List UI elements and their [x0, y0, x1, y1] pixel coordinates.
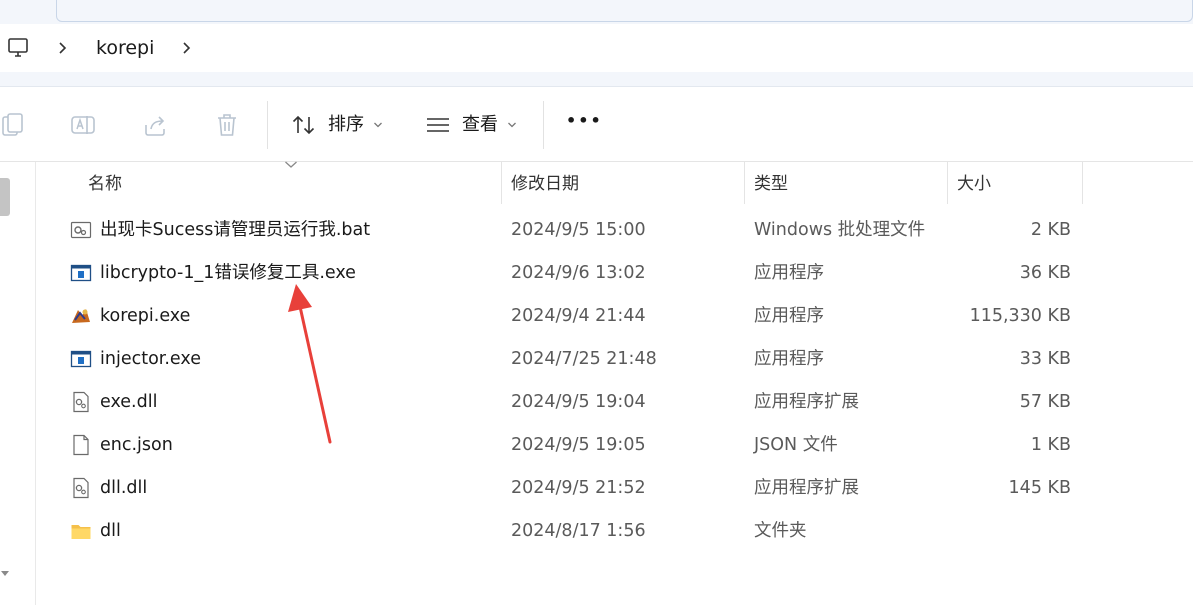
file-size: 145 KB	[1008, 478, 1071, 498]
chevron-down-icon[interactable]	[507, 121, 517, 129]
file-row[interactable]: libcrypto-1_1错误修复工具.exe 2024/9/6 13:02 应…	[60, 252, 1090, 295]
column-divider[interactable]	[1082, 162, 1083, 204]
column-header-name-label: 名称	[88, 174, 122, 194]
file-size: 2 KB	[1030, 220, 1071, 240]
folder-row[interactable]: dll 2024/8/17 1:56 文件夹	[60, 510, 1090, 553]
file-row[interactable]: korepi.exe 2024/9/4 21:44 应用程序 115,330 K…	[60, 295, 1090, 338]
file-name: enc.json	[100, 435, 173, 455]
file-type: 应用程序	[754, 349, 824, 369]
chevron-right-icon[interactable]	[54, 35, 72, 61]
toolbar-divider	[267, 101, 268, 149]
file-size: 36 KB	[1019, 263, 1071, 283]
file-modified: 2024/9/5 19:05	[511, 435, 646, 455]
file-name: libcrypto-1_1错误修复工具.exe	[100, 263, 356, 283]
this-pc-icon[interactable]	[6, 36, 30, 60]
share-icon[interactable]	[141, 111, 169, 139]
address-input-edge[interactable]	[56, 0, 1193, 22]
file-name: injector.exe	[100, 349, 201, 369]
exe-file-icon	[70, 350, 92, 368]
file-type: Windows 批处理文件	[754, 220, 926, 240]
file-size: 33 KB	[1019, 349, 1071, 369]
view-icon[interactable]	[424, 111, 452, 139]
column-header-type[interactable]: 类型	[744, 162, 947, 204]
file-size: 1 KB	[1030, 435, 1071, 455]
navigation-pane[interactable]	[0, 162, 36, 605]
sort-icon[interactable]	[290, 111, 318, 139]
delete-icon[interactable]	[213, 111, 241, 139]
sort-button[interactable]: 排序	[328, 113, 364, 137]
scroll-down-arrow-icon[interactable]	[0, 568, 10, 578]
more-options-button[interactable]: •••	[566, 109, 603, 133]
batch-file-icon	[70, 221, 92, 239]
file-type: 应用程序扩展	[754, 392, 859, 412]
file-modified: 2024/9/5 19:04	[511, 392, 646, 412]
title-bar-strip	[0, 0, 1193, 24]
folder-icon	[71, 525, 91, 539]
file-row[interactable]: exe.dll 2024/9/5 19:04 应用程序扩展 57 KB	[60, 381, 1090, 424]
file-row[interactable]: dll.dll 2024/9/5 21:52 应用程序扩展 145 KB	[60, 467, 1090, 510]
file-name: dll.dll	[100, 478, 148, 498]
file-modified: 2024/9/4 21:44	[511, 306, 646, 326]
file-type: 应用程序	[754, 306, 824, 326]
file-modified: 2024/9/6 13:02	[511, 263, 646, 283]
rename-icon[interactable]	[69, 111, 97, 139]
file-size: 57 KB	[1019, 392, 1071, 412]
file-size: 115,330 KB	[969, 306, 1071, 326]
file-modified: 2024/8/17 1:56	[511, 521, 646, 541]
file-type: 文件夹	[754, 521, 807, 541]
dll-file-icon	[73, 477, 89, 499]
file-type: 应用程序	[754, 263, 824, 283]
file-row[interactable]: 出现卡Sucess请管理员运行我.bat 2024/9/5 15:00 Wind…	[60, 209, 1090, 252]
file-name: exe.dll	[100, 392, 158, 412]
scrollbar-thumb[interactable]	[0, 178, 10, 216]
command-bar: 排序 查看 •••	[0, 86, 1193, 162]
breadcrumb-folder[interactable]: korepi	[96, 36, 154, 60]
file-modified: 2024/7/25 21:48	[511, 349, 657, 369]
toolbar-divider	[543, 101, 544, 149]
address-bar-separator	[0, 72, 1193, 86]
file-modified: 2024/9/5 15:00	[511, 220, 646, 240]
file-name: 出现卡Sucess请管理员运行我.bat	[100, 220, 371, 240]
chevron-right-icon[interactable]	[178, 35, 196, 61]
column-header-size[interactable]: 大小	[947, 162, 1082, 204]
column-header-type-label: 类型	[754, 174, 788, 194]
chevron-down-icon[interactable]	[373, 121, 383, 129]
address-bar: korepi	[0, 24, 1193, 72]
dll-file-icon	[73, 391, 89, 413]
column-header-name[interactable]: 名称	[60, 162, 501, 204]
column-header-modified-label: 修改日期	[511, 174, 579, 194]
file-name: dll	[100, 521, 121, 541]
exe-file-icon	[70, 264, 92, 282]
json-file-icon	[73, 434, 89, 456]
file-modified: 2024/9/5 21:52	[511, 478, 646, 498]
file-type: 应用程序扩展	[754, 478, 859, 498]
column-header-modified[interactable]: 修改日期	[501, 162, 744, 204]
paste-icon[interactable]	[0, 111, 26, 139]
korepi-app-icon	[72, 309, 90, 323]
column-header-size-label: 大小	[957, 174, 991, 194]
file-name: korepi.exe	[100, 306, 191, 326]
file-row[interactable]: enc.json 2024/9/5 19:05 JSON 文件 1 KB	[60, 424, 1090, 467]
file-type: JSON 文件	[754, 435, 838, 455]
file-row[interactable]: injector.exe 2024/7/25 21:48 应用程序 33 KB	[60, 338, 1090, 381]
view-button[interactable]: 查看	[462, 113, 498, 137]
